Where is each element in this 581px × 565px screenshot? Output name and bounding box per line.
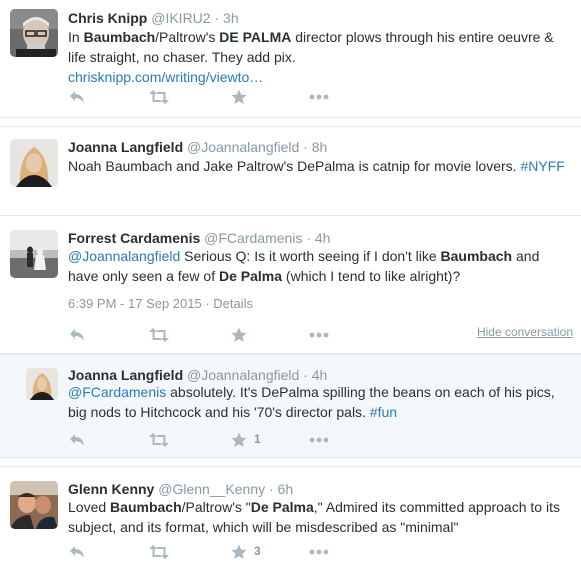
avatar[interactable] [10, 481, 58, 529]
text-segment: big nods to Hitchcock and his '70's dire… [68, 404, 370, 420]
details-link[interactable]: Details [213, 296, 253, 311]
search-term: Baumbach [83, 29, 156, 45]
separator-dot: · [214, 10, 220, 26]
hashtag-link[interactable]: #NYFF [520, 158, 564, 174]
text-segment: life straight, no chaser. They add pix. [68, 49, 296, 65]
mention-link[interactable]: @FCardamenis [68, 384, 166, 400]
retweet-icon[interactable] [149, 431, 169, 449]
search-term: Baumbach [110, 499, 182, 515]
reply-icon[interactable] [68, 88, 86, 106]
search-term: DE PALMA [219, 29, 292, 45]
avatar[interactable] [10, 139, 58, 187]
retweet-icon[interactable] [149, 326, 169, 344]
more-icon[interactable] [309, 326, 329, 344]
text-segment: subject, and its format, which will be m… [68, 519, 459, 535]
separator-dot: · [306, 230, 311, 246]
text-segment: Loved [68, 499, 111, 515]
tweet-time[interactable]: 4h [312, 367, 328, 383]
favorite-count: 3 [254, 544, 261, 558]
separator-dot: · [268, 481, 274, 497]
tweet-actions [68, 88, 368, 106]
favorite-icon[interactable] [230, 543, 248, 561]
text-segment: and [512, 248, 540, 264]
tweet-actions: 1 [68, 431, 368, 449]
text-segment: Noah Baumbach and Jake Paltrow's DePalma… [68, 158, 521, 174]
reply-icon[interactable] [68, 543, 86, 561]
retweet-icon[interactable] [149, 543, 169, 561]
text-segment: ," Admired its committed approach to its [313, 499, 560, 515]
tweet-forrest-cardamenis[interactable]: Forrest Cardamenis @FCardamenis · 4h @Jo… [0, 216, 581, 354]
tweet-text: Loved Baumbach/Paltrow's "De Palma," Adm… [68, 497, 568, 537]
tweet-actions [68, 326, 368, 344]
tweet-meta: 6:39 PM - 17 Sep 2015 · Details [68, 296, 253, 311]
reply-icon[interactable] [68, 431, 86, 449]
tweet-text: Noah Baumbach and Jake Paltrow's DePalma… [68, 156, 568, 176]
fullname[interactable]: Joanna Langfield [68, 139, 183, 155]
favorite-icon[interactable] [230, 431, 248, 449]
avatar[interactable] [10, 9, 58, 57]
more-icon[interactable] [309, 543, 329, 561]
username[interactable]: @IKIRU2 [151, 10, 210, 26]
text-segment: have only seen a few of [68, 268, 219, 284]
tweet-actions: 3 [68, 543, 368, 561]
hashtag-link[interactable]: #fun [370, 404, 397, 420]
mention-link[interactable]: @Joannalangfield [68, 248, 180, 264]
separator-dot: · [303, 367, 308, 383]
tweet-glenn-kenny[interactable]: Glenn Kenny @Glenn__Kenny · 6h Loved Bau… [0, 466, 581, 565]
text-segment: director plows through his entire oeuvre… [291, 29, 554, 45]
tweet-text: @Joannalangfield Serious Q: Is it worth … [68, 246, 568, 286]
separator-dot: · [303, 139, 308, 155]
text-segment: (which I tend to like alright)? [282, 268, 461, 284]
tweet-header: Joanna Langfield @Joannalangfield · 8h [68, 138, 327, 156]
retweet-icon[interactable] [149, 88, 169, 106]
text-segment: /Paltrow's [155, 29, 220, 45]
tweet-time[interactable]: 4h [315, 230, 331, 246]
tweet-time[interactable]: 8h [312, 139, 328, 155]
favorite-count: 1 [254, 432, 261, 446]
tweet-header: Forrest Cardamenis @FCardamenis · 4h [68, 229, 330, 247]
hide-conversation-link[interactable]: Hide conversation [477, 325, 573, 339]
search-term: De Palma [219, 268, 283, 284]
fullname[interactable]: Glenn Kenny [68, 481, 154, 497]
text-segment: Serious Q: Is it worth seeing if I don't… [180, 248, 441, 264]
fullname[interactable]: Joanna Langfield [68, 367, 183, 383]
search-term: De Palma [250, 499, 314, 515]
search-term: Baumbach [440, 248, 513, 264]
text-segment: /Paltrow's " [181, 499, 251, 515]
username[interactable]: @FCardamenis [204, 230, 302, 246]
tweet-chris-knipp[interactable]: Chris Knipp @IKIRU2 · 3h In Baumbach/Pal… [0, 0, 581, 118]
tweet-header: Glenn Kenny @Glenn__Kenny · 6h [68, 480, 293, 498]
tweet-text: @FCardamenis absolutely. It's DePalma sp… [68, 382, 568, 422]
tweet-joanna-langfield[interactable]: Joanna Langfield @Joannalangfield · 8h N… [0, 126, 581, 216]
favorite-icon[interactable] [230, 88, 248, 106]
tweet-text: In Baumbach/Paltrow's DE PALMA director … [68, 27, 568, 87]
favorite-icon[interactable] [230, 326, 248, 344]
tweet-time[interactable]: 6h [278, 481, 294, 497]
tweet-header: Chris Knipp @IKIRU2 · 3h [68, 9, 239, 27]
tweet-link[interactable]: chrisknipp.com/writing/viewto… [68, 69, 263, 85]
username[interactable]: @Glenn__Kenny [158, 481, 265, 497]
tweet-joanna-langfield-reply[interactable]: Joanna Langfield @Joannalangfield · 4h @… [0, 354, 581, 458]
text-segment: In [68, 29, 84, 45]
text-segment: absolutely. It's DePalma spilling the be… [166, 384, 555, 400]
avatar[interactable] [26, 368, 58, 400]
fullname[interactable]: Chris Knipp [68, 10, 147, 26]
username[interactable]: @Joannalangfield [187, 367, 299, 383]
timestamp[interactable]: 6:39 PM - 17 Sep 2015 [68, 296, 202, 311]
reply-icon[interactable] [68, 326, 86, 344]
tweet-time[interactable]: 3h [223, 10, 239, 26]
fullname[interactable]: Forrest Cardamenis [68, 230, 200, 246]
more-icon[interactable] [309, 431, 329, 449]
more-icon[interactable] [309, 88, 329, 106]
separator-dot: · [205, 296, 210, 311]
avatar[interactable] [10, 230, 58, 278]
username[interactable]: @Joannalangfield [187, 139, 299, 155]
